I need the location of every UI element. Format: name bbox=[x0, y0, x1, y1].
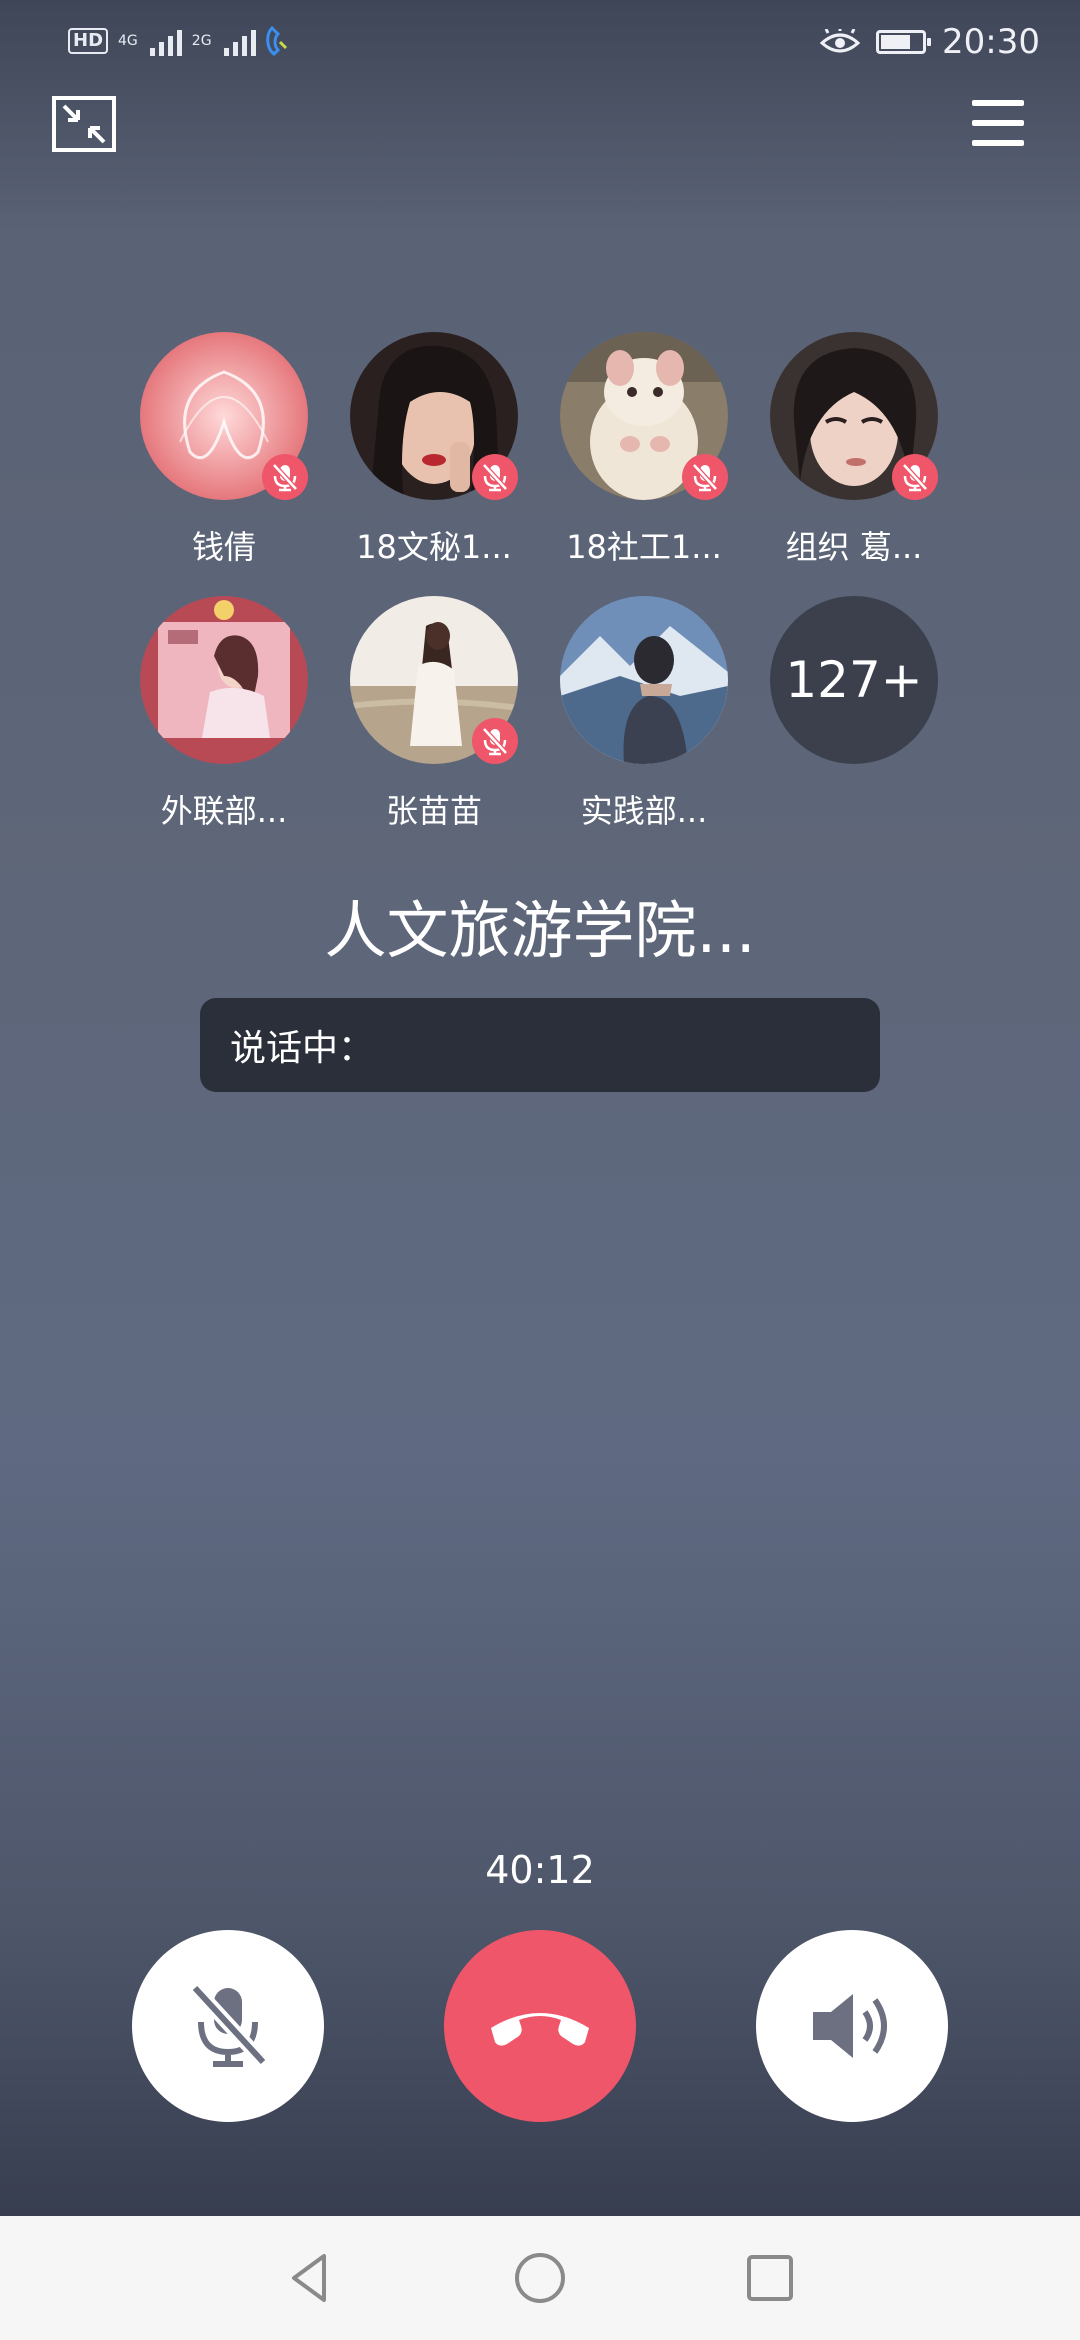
clock: 20:30 bbox=[942, 22, 1040, 62]
group-title: 人文旅游学院... bbox=[324, 894, 756, 967]
muted-badge bbox=[472, 454, 518, 500]
minimize-arrows-icon bbox=[62, 104, 106, 144]
member-name: 18文秘1... bbox=[356, 528, 512, 566]
call-indicator-icon bbox=[265, 25, 287, 56]
more-members-count: 127+ bbox=[770, 596, 938, 764]
home-icon[interactable] bbox=[510, 2248, 570, 2308]
member-name: 18社工1... bbox=[566, 528, 722, 566]
hd-volte-icon: HD bbox=[68, 28, 109, 54]
member-item[interactable]: 张苗苗 bbox=[350, 596, 518, 832]
speaker-button[interactable] bbox=[756, 1930, 948, 2122]
mute-button[interactable] bbox=[132, 1930, 324, 2122]
speaking-label: 说话中： bbox=[230, 1028, 375, 1069]
avatar bbox=[140, 332, 308, 500]
member-row: 钱倩 18文秘1... 18社工1... 组织 葛... bbox=[140, 332, 980, 568]
sim2-network-label: 2G bbox=[191, 33, 212, 49]
recent-apps-icon[interactable] bbox=[740, 2248, 800, 2308]
avatar-image bbox=[560, 596, 728, 764]
speaking-indicator: 说话中： bbox=[200, 998, 880, 1092]
avatar-image bbox=[140, 596, 308, 764]
member-row: 外联部... 张苗苗 实践部... 127+ bbox=[140, 596, 980, 832]
avatar bbox=[140, 596, 308, 764]
signal-icon bbox=[223, 26, 256, 56]
member-name: 实践部... bbox=[580, 792, 708, 830]
call-timer: 40:12 bbox=[485, 1848, 595, 1892]
muted-badge bbox=[472, 718, 518, 764]
avatar bbox=[560, 596, 728, 764]
mic-off-icon bbox=[272, 463, 298, 492]
status-bar: HD 4G 2G 20:30 bbox=[0, 0, 1080, 90]
muted-badge bbox=[262, 454, 308, 500]
sim1-network-label: 4G bbox=[118, 33, 138, 49]
avatar bbox=[350, 332, 518, 500]
call-controls bbox=[0, 1930, 1080, 2122]
member-item[interactable]: 18社工1... bbox=[560, 332, 728, 568]
mic-off-icon bbox=[692, 463, 718, 492]
member-item[interactable]: 组织 葛... bbox=[770, 332, 938, 568]
member-item[interactable]: 实践部... bbox=[560, 596, 728, 832]
more-members[interactable]: 127+ bbox=[770, 596, 938, 832]
avatar bbox=[350, 596, 518, 764]
member-name: 钱倩 bbox=[191, 528, 256, 566]
avatar bbox=[770, 332, 938, 500]
member-name: 组织 葛... bbox=[785, 528, 923, 566]
member-item[interactable]: 钱倩 bbox=[140, 332, 308, 568]
mic-off-icon bbox=[902, 463, 928, 492]
menu-icon[interactable] bbox=[972, 100, 1024, 146]
hang-up-button[interactable] bbox=[444, 1930, 636, 2122]
battery-icon bbox=[876, 30, 932, 54]
muted-badge bbox=[682, 454, 728, 500]
navigation-bar bbox=[0, 2216, 1080, 2340]
signal-icon bbox=[149, 26, 182, 56]
member-item[interactable]: 外联部... bbox=[140, 596, 308, 832]
battery-fill bbox=[881, 35, 911, 49]
mic-off-icon bbox=[482, 727, 508, 756]
minimize-window-icon[interactable] bbox=[52, 96, 116, 152]
muted-badge bbox=[892, 454, 938, 500]
mic-off-icon bbox=[189, 1983, 269, 2067]
status-left: HD 4G 2G bbox=[68, 24, 292, 58]
member-name: 张苗苗 bbox=[385, 792, 482, 830]
member-grid: 钱倩 18文秘1... 18社工1... 组织 葛... 外联部... 张苗苗 … bbox=[140, 332, 980, 860]
back-icon[interactable] bbox=[280, 2248, 340, 2308]
member-name: 外联部... bbox=[160, 792, 288, 830]
avatar bbox=[560, 332, 728, 500]
hang-up-icon bbox=[491, 2013, 589, 2046]
speaker-icon bbox=[813, 1994, 887, 2058]
mic-off-icon bbox=[482, 463, 508, 492]
status-right: 20:30 bbox=[820, 22, 1040, 62]
eye-comfort-icon bbox=[820, 29, 861, 53]
call-top-bar bbox=[0, 90, 1080, 210]
member-item[interactable]: 18文秘1... bbox=[350, 332, 518, 568]
